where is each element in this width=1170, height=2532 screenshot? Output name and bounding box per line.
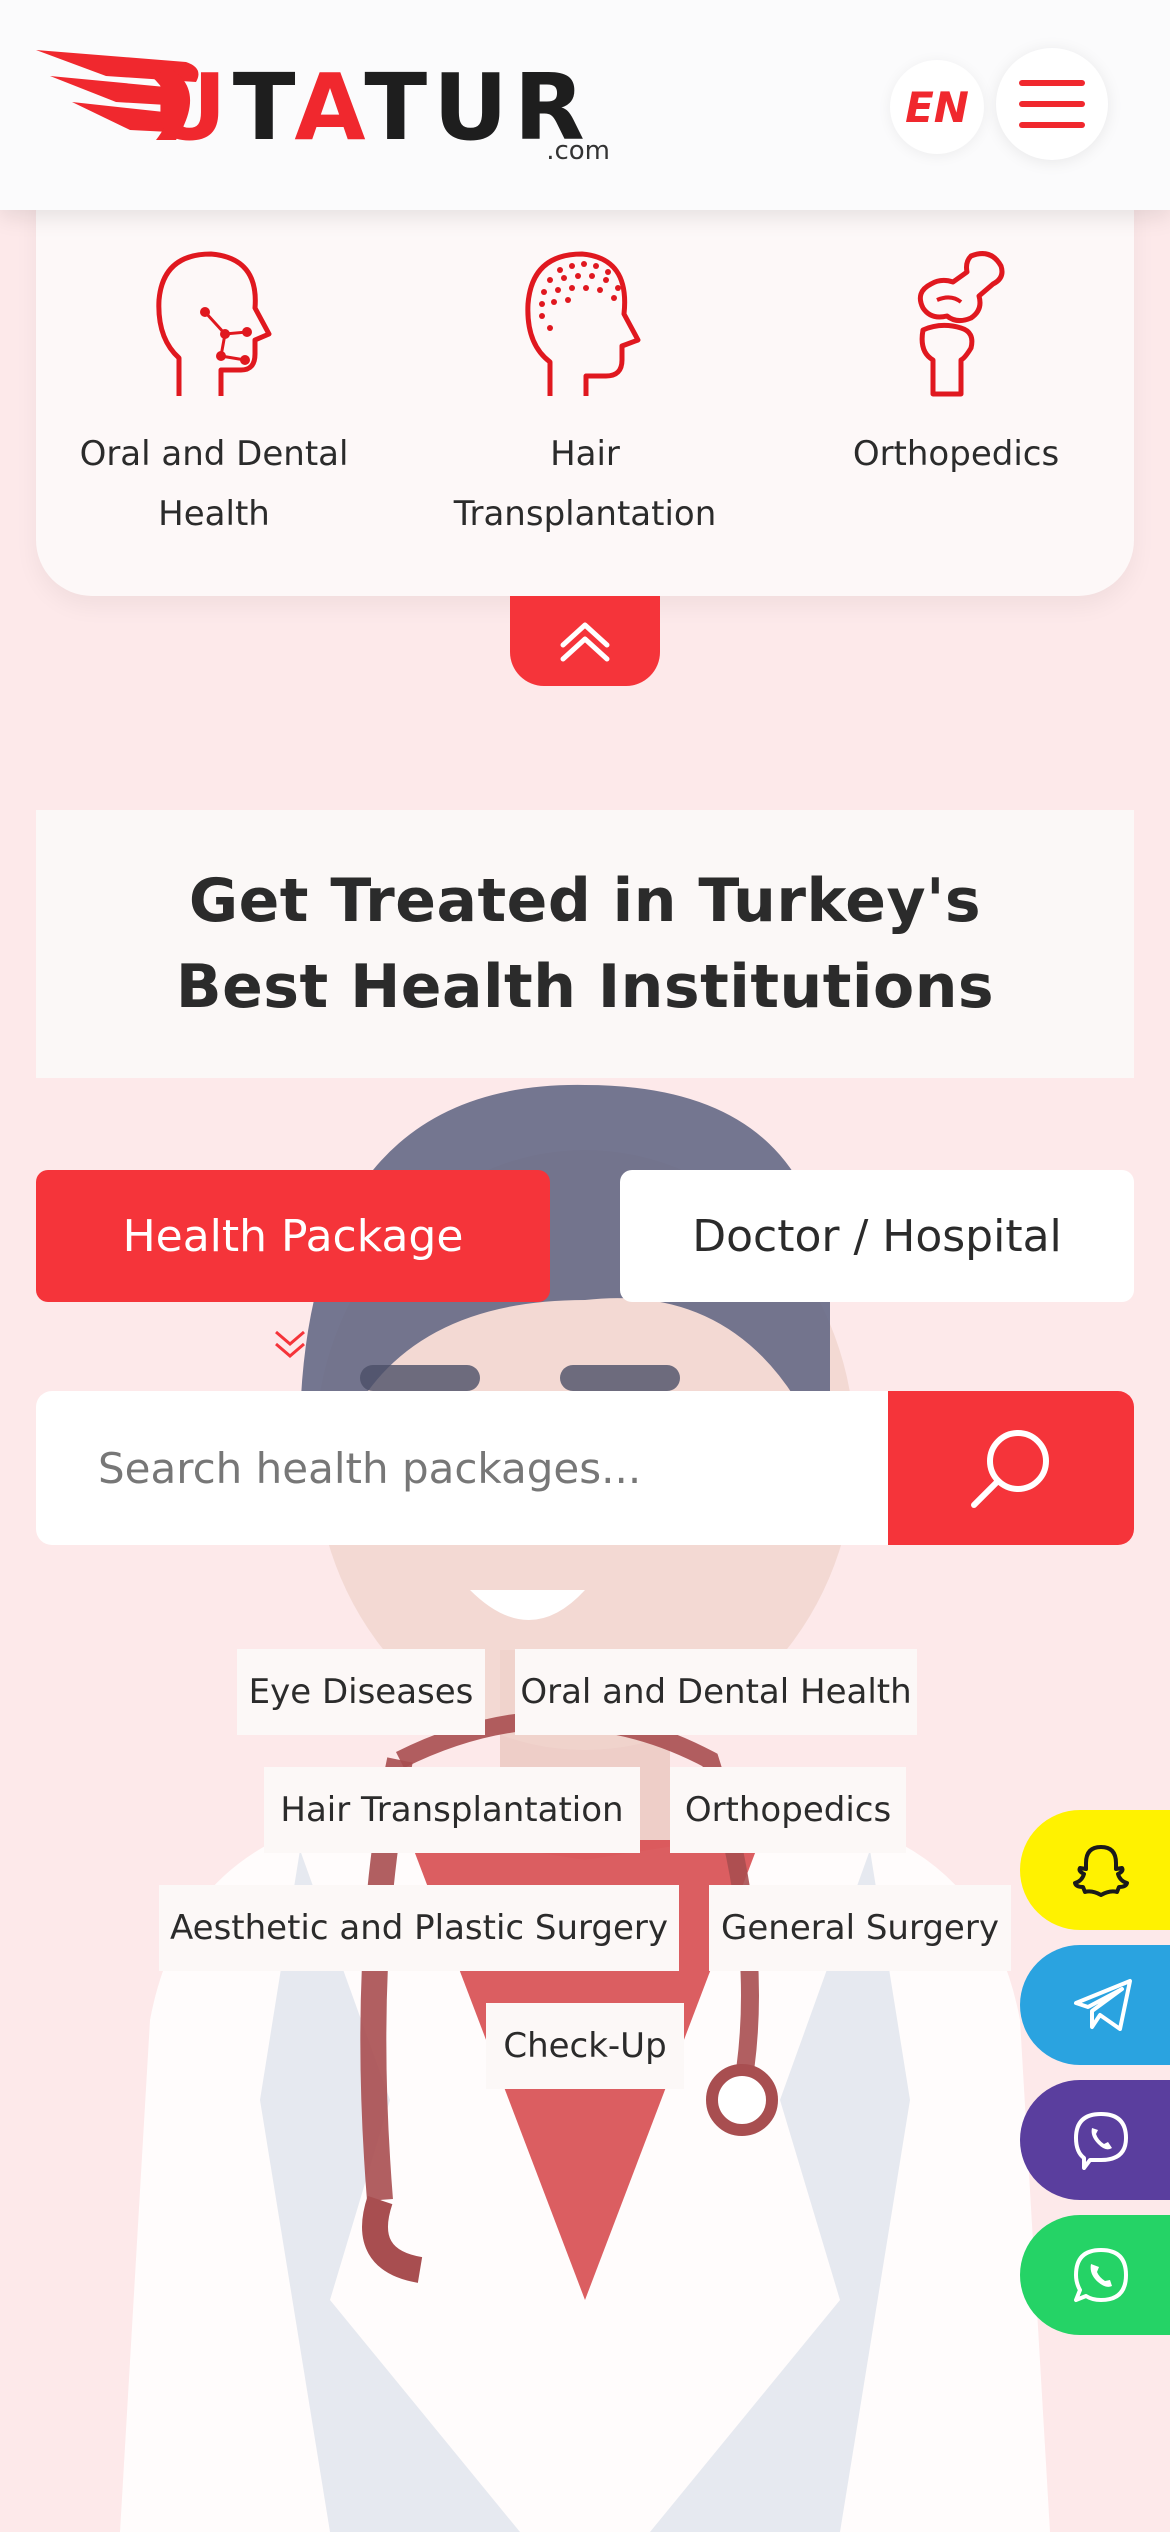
menu-button[interactable]	[996, 48, 1108, 160]
whatsapp-button[interactable]	[1020, 2215, 1170, 2335]
whatsapp-icon	[1074, 2248, 1128, 2302]
language-switcher[interactable]: EN	[890, 60, 984, 154]
search-icon	[971, 1430, 1049, 1508]
category-label: Hair Transplantation	[453, 434, 717, 534]
knee-joint-icon	[917, 251, 1005, 397]
telegram-icon	[1074, 1979, 1132, 2031]
category-card: Oral and Dental Health Hair Transplantat…	[36, 190, 1134, 596]
tag-general-surgery[interactable]: General Surgery	[709, 1885, 1011, 1971]
head-dental-icon	[156, 251, 272, 396]
tag-oral-dental[interactable]: Oral and Dental Health	[515, 1649, 917, 1735]
snapchat-button[interactable]	[1020, 1810, 1170, 1930]
head-hair-icon	[525, 251, 641, 396]
chevron-down-icon	[275, 1330, 305, 1358]
site-header: UTATUR .com EN	[0, 0, 1170, 210]
page-title: Get Treated in Turkey's Best Health Inst…	[175, 866, 995, 1022]
tag-check-up[interactable]: Check-Up	[486, 2003, 684, 2089]
brand-logo[interactable]: UTATUR .com	[36, 42, 626, 167]
hamburger-menu-icon	[1019, 80, 1085, 86]
logo-wordmark: UTATUR	[152, 54, 591, 161]
logo-domain: .com	[546, 136, 610, 166]
viber-icon	[1074, 2112, 1128, 2170]
category-orthopedics[interactable]: Orthopedics	[796, 248, 1116, 484]
category-hair-transplant[interactable]: Hair Transplantation	[425, 248, 745, 544]
tag-hair-transplant[interactable]: Hair Transplantation	[264, 1767, 640, 1853]
tag-eye-diseases[interactable]: Eye Diseases	[237, 1649, 485, 1735]
tab-health-package[interactable]: Health Package	[36, 1170, 550, 1302]
tab-doctor-hospital[interactable]: Doctor / Hospital	[620, 1170, 1134, 1302]
viber-button[interactable]	[1020, 2080, 1170, 2200]
hero-headline-box: Get Treated in Turkey's Best Health Inst…	[36, 810, 1134, 1078]
snapchat-icon	[1073, 1845, 1129, 1897]
category-label: Oral and Dental Health	[79, 434, 349, 534]
tag-aesthetic-plastic[interactable]: Aesthetic and Plastic Surgery	[159, 1885, 679, 1971]
telegram-button[interactable]	[1020, 1945, 1170, 2065]
category-oral-dental[interactable]: Oral and Dental Health	[54, 248, 374, 544]
double-chevron-up-icon	[560, 622, 610, 662]
search-button[interactable]	[888, 1391, 1134, 1545]
tag-orthopedics[interactable]: Orthopedics	[670, 1767, 906, 1853]
collapse-categories-button[interactable]	[510, 596, 660, 686]
search-input[interactable]	[36, 1391, 888, 1545]
category-label: Orthopedics	[852, 434, 1060, 474]
search-bar	[36, 1391, 1134, 1545]
